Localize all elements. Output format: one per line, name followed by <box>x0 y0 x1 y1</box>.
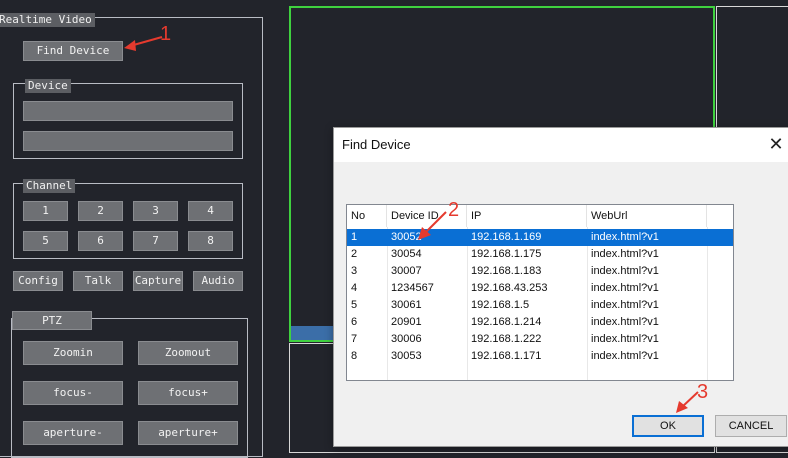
channel-button-1[interactable]: 1 <box>23 201 68 221</box>
panel-title: Realtime Video <box>0 13 95 27</box>
cell-ip: 192.168.1.175 <box>471 248 542 260</box>
aperture-plus-button[interactable]: aperture+ <box>138 421 238 445</box>
channel-button-8[interactable]: 8 <box>188 231 233 251</box>
cell-weburl: index.html?v1 <box>591 265 659 277</box>
channel-button-4[interactable]: 4 <box>188 201 233 221</box>
cell-ip: 192.168.1.214 <box>471 316 542 328</box>
cell-ip: 192.168.1.183 <box>471 265 542 277</box>
table-row[interactable]: 8 30053 192.168.1.171 index.html?v1 <box>347 348 733 365</box>
channel-button-2[interactable]: 2 <box>78 201 123 221</box>
cell-weburl: index.html?v1 <box>591 231 659 243</box>
annotation-number-3: 3 <box>697 381 709 403</box>
table-row[interactable]: 5 30061 192.168.1.5 index.html?v1 <box>347 297 733 314</box>
channel-group-title: Channel <box>23 179 76 193</box>
cell-weburl: index.html?v1 <box>591 282 659 294</box>
find-device-button[interactable]: Find Device <box>23 41 123 61</box>
cell-no: 5 <box>351 299 358 311</box>
column-header-no[interactable]: No <box>347 205 387 227</box>
cell-device-id: 30061 <box>391 299 422 311</box>
annotation-number-2: 2 <box>448 199 460 221</box>
zoomout-button[interactable]: Zoomout <box>138 341 238 365</box>
cell-weburl: index.html?v1 <box>591 248 659 260</box>
table-row[interactable]: 3 30007 192.168.1.183 index.html?v1 <box>347 263 733 280</box>
table-row[interactable]: 6 20901 192.168.1.214 index.html?v1 <box>347 314 733 331</box>
cancel-button[interactable]: CANCEL <box>715 415 787 437</box>
cell-ip: 192.168.1.169 <box>471 231 542 243</box>
cell-no: 2 <box>351 248 358 260</box>
column-header-ip[interactable]: IP <box>467 205 587 227</box>
cell-ip: 192.168.43.253 <box>471 282 548 294</box>
ptz-group-title: PTZ <box>12 311 92 330</box>
cell-no: 6 <box>351 316 358 328</box>
channel-button-6[interactable]: 6 <box>78 231 123 251</box>
config-button[interactable]: Config <box>13 271 63 291</box>
close-icon[interactable]: ✕ <box>766 134 786 154</box>
cell-weburl: index.html?v1 <box>591 350 659 362</box>
find-device-dialog: Find Device ✕ No Device ID IP WebUrl 1 3… <box>333 127 788 447</box>
cell-no: 4 <box>351 282 358 294</box>
cell-ip: 192.168.1.171 <box>471 350 542 362</box>
cell-no: 8 <box>351 350 358 362</box>
channel-button-5[interactable]: 5 <box>23 231 68 251</box>
talk-button[interactable]: Talk <box>73 271 123 291</box>
column-header-weburl[interactable]: WebUrl <box>587 205 707 227</box>
cell-device-id: 30053 <box>391 350 422 362</box>
annotation-number-1: 1 <box>160 23 172 45</box>
cell-weburl: index.html?v1 <box>591 333 659 345</box>
focus-minus-button[interactable]: focus- <box>23 381 123 405</box>
table-row[interactable]: 2 30054 192.168.1.175 index.html?v1 <box>347 246 733 263</box>
table-row[interactable]: 1 30052 192.168.1.169 index.html?v1 <box>347 229 733 246</box>
aperture-minus-button[interactable]: aperture- <box>23 421 123 445</box>
table-row[interactable]: 4 1234567 192.168.43.253 index.html?v1 <box>347 280 733 297</box>
cell-device-id: 30007 <box>391 265 422 277</box>
list-header: No Device ID IP WebUrl <box>347 205 733 227</box>
channel-button-7[interactable]: 7 <box>133 231 178 251</box>
device-field-2[interactable] <box>23 131 233 151</box>
cell-device-id: 30006 <box>391 333 422 345</box>
device-list[interactable]: No Device ID IP WebUrl 1 30052 192.168.1… <box>346 204 734 381</box>
device-field-1[interactable] <box>23 101 233 121</box>
channel-button-3[interactable]: 3 <box>133 201 178 221</box>
cell-no: 7 <box>351 333 358 345</box>
cell-device-id: 20901 <box>391 316 422 328</box>
cell-ip: 192.168.1.5 <box>471 299 530 311</box>
cell-weburl: index.html?v1 <box>591 316 659 328</box>
cell-device-id: 1234567 <box>391 282 434 294</box>
device-group-title: Device <box>25 79 71 93</box>
table-row[interactable]: 7 30006 192.168.1.222 index.html?v1 <box>347 331 733 348</box>
video-pane-1-status-bar <box>291 326 335 340</box>
audio-button[interactable]: Audio <box>193 271 243 291</box>
ok-button[interactable]: OK <box>632 415 704 437</box>
focus-plus-button[interactable]: focus+ <box>138 381 238 405</box>
cell-no: 3 <box>351 265 358 277</box>
dialog-titlebar: Find Device ✕ <box>334 128 788 162</box>
dialog-title: Find Device <box>342 137 411 152</box>
cell-ip: 192.168.1.222 <box>471 333 542 345</box>
cell-no: 1 <box>351 231 358 243</box>
zoomin-button[interactable]: Zoomin <box>23 341 123 365</box>
cell-device-id: 30054 <box>391 248 422 260</box>
capture-button[interactable]: Capture <box>133 271 183 291</box>
cell-weburl: index.html?v1 <box>591 299 659 311</box>
